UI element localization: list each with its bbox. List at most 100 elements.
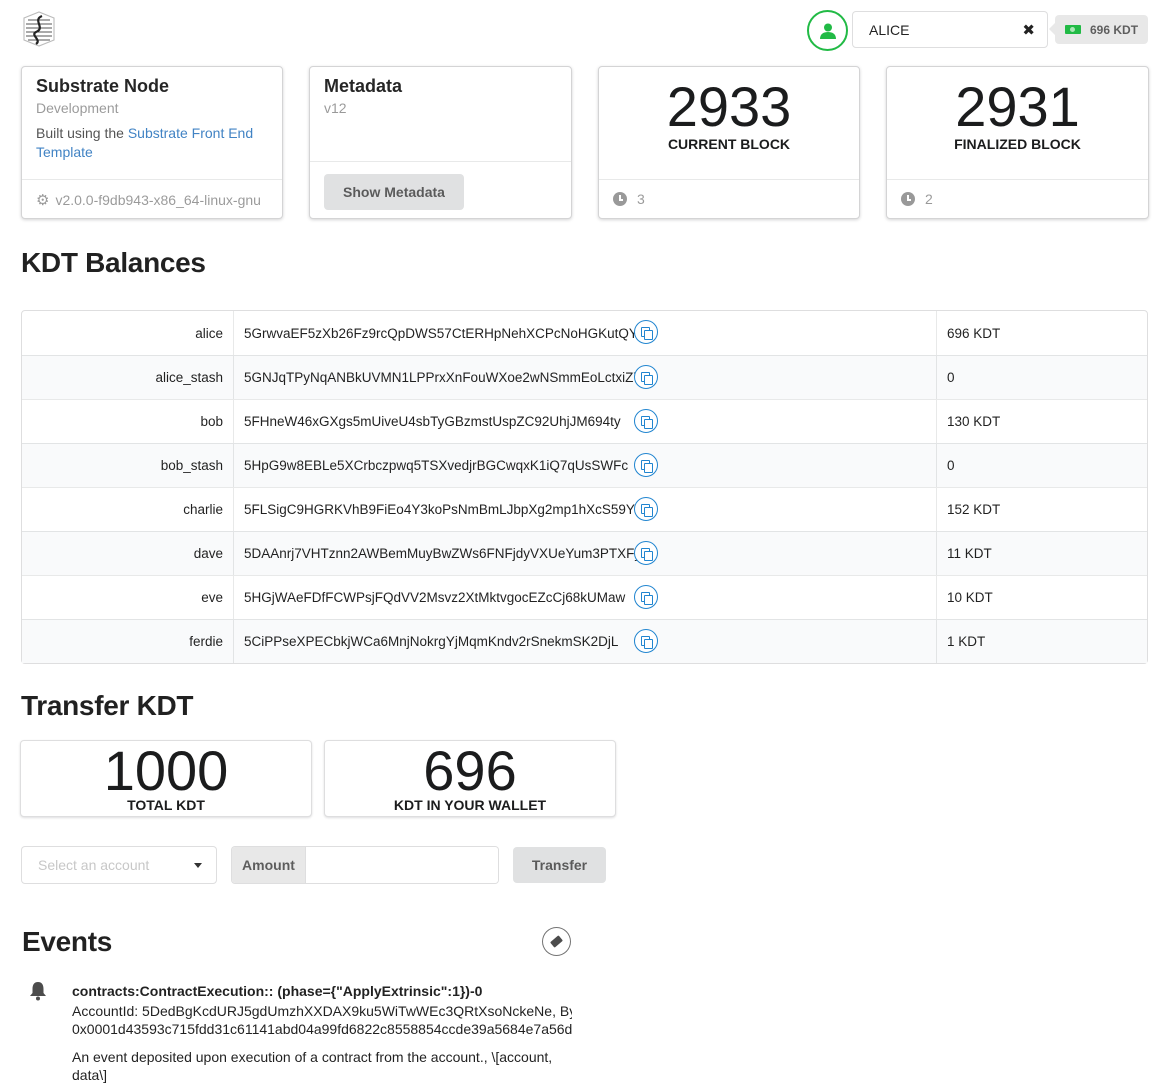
- account-balance: 130 KDT: [937, 399, 1147, 443]
- wallet-kdt-stat: 696 KDT in your wallet: [324, 739, 616, 817]
- finalized-block-label: Finalized Block: [954, 136, 1081, 152]
- clock-icon: [613, 192, 627, 206]
- event-title: contracts:ContractExecution:: (phase={"A…: [72, 983, 483, 999]
- copy-address-button[interactable]: [634, 541, 658, 565]
- copy-address-button[interactable]: [634, 453, 658, 477]
- account-address-cell: 5FLSigC9HGRKVhB9FiEo4Y3koPsNmBmLJbpXg2mp…: [234, 487, 937, 531]
- copy-icon: [640, 591, 653, 605]
- event-description: An event deposited upon execution of a c…: [72, 1049, 553, 1083]
- account-name: bob_stash: [22, 443, 234, 487]
- amount-field-group: Amount: [231, 846, 499, 884]
- account-address-cell: 5GrwvaEF5zXb26Fz9rcQpDWS57CtERHpNehXCPcN…: [234, 311, 937, 355]
- copy-address-button[interactable]: [634, 497, 658, 521]
- account-address-cell: 5CiPPseXPECbkjWCa6MnjNokrgYjMqmKndv2rSne…: [234, 619, 937, 663]
- balances-table: alice 5GrwvaEF5zXb26Fz9rcQpDWS57CtERHpNeh…: [21, 310, 1148, 664]
- finalized-block-card: 2931 Finalized Block 2: [886, 66, 1149, 219]
- eraser-icon: [550, 935, 563, 948]
- account-address-cell: 5GNJqTPyNqANBkUVMN1LPPrxXnFouWXoe2wNSmmE…: [234, 355, 937, 399]
- gear-icon: ⚙: [36, 192, 50, 209]
- finalized-block-timer: 2: [925, 191, 933, 207]
- account-address: 5GNJqTPyNqANBkUVMN1LPPrxXnFouWXoe2wNSmmE…: [244, 370, 643, 385]
- account-address: 5GrwvaEF5zXb26Fz9rcQpDWS57CtERHpNehXCPcN…: [244, 325, 638, 341]
- user-icon[interactable]: [807, 10, 848, 51]
- table-row: bob 5FHneW46xGXgs5mUiveU4sbTyGBzmstUspZC9…: [22, 399, 1147, 443]
- current-block-label: Current Block: [667, 136, 791, 152]
- copy-icon: [640, 547, 653, 561]
- account-selector[interactable]: ALICE ✖: [852, 11, 1048, 48]
- bell-icon: [29, 981, 47, 1001]
- substrate-logo-icon: [20, 10, 58, 48]
- node-version-row: ⚙ v2.0.0-f9db943-x86_64-linux-gnu: [22, 179, 282, 220]
- copy-address-button[interactable]: [634, 629, 658, 653]
- copy-address-button[interactable]: [634, 365, 658, 389]
- account-name: eve: [22, 575, 234, 619]
- account-name: ferdie: [22, 619, 234, 663]
- copy-address-button[interactable]: [634, 409, 658, 433]
- current-block-card: 2933 Current Block 3: [598, 66, 860, 219]
- transfer-button[interactable]: Transfer: [513, 847, 606, 883]
- finalized-block-value: 2931: [955, 75, 1080, 138]
- metadata-version: v12: [324, 100, 347, 116]
- account-balance: 10 KDT: [937, 575, 1147, 619]
- clear-events-button[interactable]: [542, 927, 571, 956]
- finalized-block-timer-row: 2: [887, 179, 1148, 218]
- current-block-value: 2933: [666, 75, 792, 138]
- account-selector-value: ALICE: [869, 22, 910, 38]
- copy-icon: [640, 635, 653, 649]
- copy-address-button[interactable]: [634, 320, 658, 344]
- table-row: eve 5HGjWAeFDfFCWPsjFQdVV2Msvz2XtMktvgocE…: [22, 575, 1147, 619]
- metadata-card: Metadata v12 Show Metadata: [309, 66, 572, 219]
- account-balance: 696 KDT: [947, 325, 1001, 341]
- clear-icon[interactable]: ✖: [1022, 21, 1035, 39]
- account-name: dave: [22, 531, 234, 575]
- metadata-title: Metadata: [324, 76, 403, 96]
- account-balance-text: 696 KDT: [1090, 22, 1139, 37]
- recipient-account-dropdown[interactable]: Select an account: [21, 846, 217, 884]
- wallet-kdt-label: KDT in your wallet: [393, 797, 547, 813]
- events-heading: Events: [22, 926, 113, 957]
- show-metadata-button[interactable]: Show Metadata: [324, 174, 464, 210]
- table-row: ferdie 5CiPPseXPECbkjWCa6MnjNokrgYjMqmKnd…: [22, 619, 1147, 663]
- account-address: 5HpG9w8EBLe5XCrbczpwq5TSXvedjrBGCwqxK1iQ…: [244, 458, 629, 473]
- amount-input[interactable]: [305, 847, 498, 883]
- clock-icon: [901, 192, 915, 206]
- table-row: charlie 5FLSigC9HGRKVhB9FiEo4Y3koPsNmBmLJ…: [22, 487, 1147, 531]
- total-kdt-label: Total KDT: [127, 797, 205, 813]
- account-address-cell: 5FHneW46xGXgs5mUiveU4sbTyGBzmstUspZC92Uh…: [234, 399, 937, 443]
- account-address-cell: 5HpG9w8EBLe5XCrbczpwq5TSXvedjrBGCwqxK1iQ…: [234, 443, 937, 487]
- node-info-card: Substrate Node Development Built using t…: [21, 66, 283, 219]
- node-chain: Development: [36, 100, 119, 116]
- total-kdt-value: 1000: [103, 739, 229, 802]
- account-balance: 11 KDT: [937, 531, 1147, 575]
- account-name: charlie: [22, 487, 234, 531]
- recipient-account-placeholder: Select an account: [38, 857, 150, 873]
- total-kdt-stat: 1000 Total KDT: [20, 739, 312, 817]
- account-address: 5FHneW46xGXgs5mUiveU4sbTyGBzmstUspZC92Uh…: [244, 414, 621, 429]
- account-name: alice: [22, 311, 234, 355]
- account-balance: 152 KDT: [937, 487, 1147, 531]
- chevron-down-icon: [194, 863, 202, 868]
- copy-icon: [640, 459, 653, 473]
- table-row: dave 5DAAnrj7VHTznn2AWBemMuyBwZWs6FNFjdyV…: [22, 531, 1147, 575]
- metadata-divider: [310, 161, 571, 162]
- node-name: Substrate Node: [36, 76, 170, 96]
- current-block-timer-row: 3: [599, 179, 859, 218]
- table-row: alice_stash 5GNJqTPyNqANBkUVMN1LPPrxXnFou…: [22, 355, 1147, 399]
- account-balance: 0: [937, 443, 1147, 487]
- current-block-timer: 3: [637, 191, 645, 207]
- node-description: Built using the Substrate Front End Temp…: [36, 124, 276, 162]
- account-balance: 0: [937, 355, 1147, 399]
- copy-icon: [640, 326, 653, 340]
- amount-label: Amount: [232, 847, 305, 883]
- event-item: contracts:ContractExecution:: (phase={"A…: [72, 983, 572, 1084]
- account-address: 5CiPPseXPECbkjWCa6MnjNokrgYjMqmKndv2rSne…: [244, 634, 619, 649]
- copy-address-button[interactable]: [634, 585, 658, 609]
- wallet-kdt-value: 696: [423, 739, 517, 802]
- money-icon: [1065, 25, 1081, 34]
- account-address-cell: 5DAAnrj7VHTznn2AWBemMuyBwZWs6FNFjdyVXUeY…: [234, 531, 937, 575]
- account-balance-label: 696 KDT: [1049, 15, 1148, 44]
- table-row: bob_stash 5HpG9w8EBLe5XCrbczpwq5TSXvedjrB…: [22, 443, 1147, 487]
- account-address: 5HGjWAeFDfFCWPsjFQdVV2Msvz2XtMktvgocEZcC…: [244, 590, 626, 605]
- copy-icon: [640, 503, 653, 517]
- account-name: bob: [22, 399, 234, 443]
